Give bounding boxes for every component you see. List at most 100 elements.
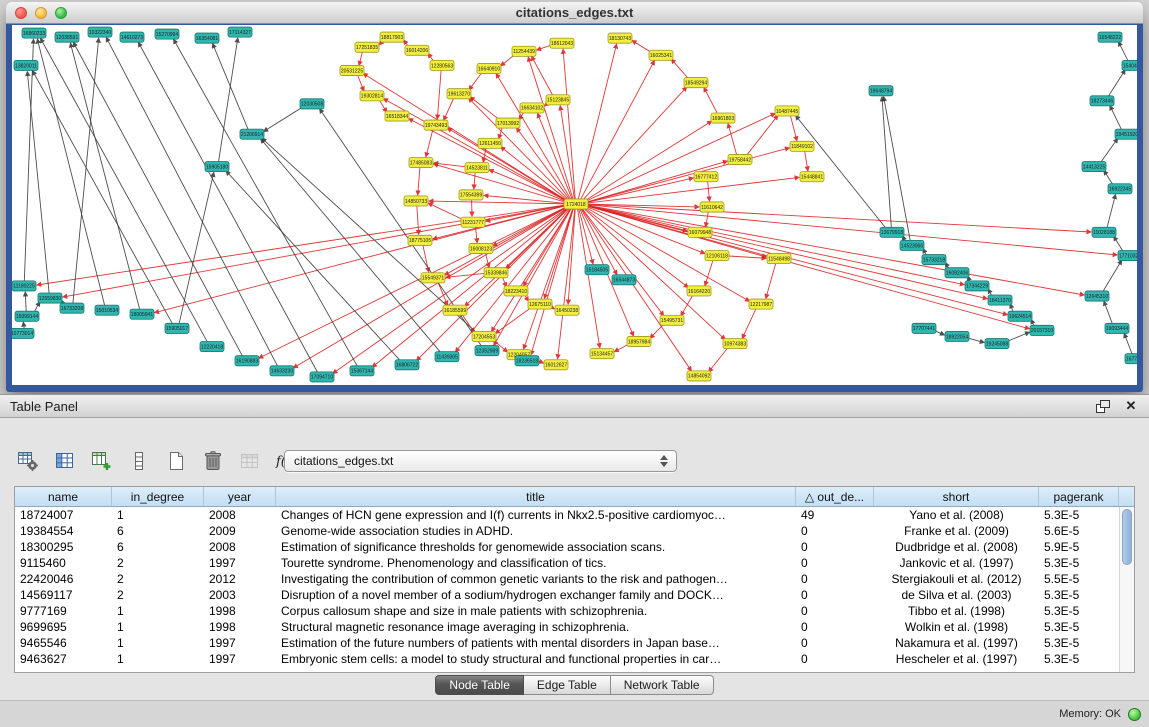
graph-edge[interactable] (580, 61, 655, 201)
graph-node[interactable]: 12559830 (38, 293, 62, 303)
graph-edge[interactable] (33, 71, 174, 325)
zoom-window-button[interactable] (55, 7, 67, 19)
graph-edge[interactable] (470, 97, 501, 121)
graph-edge[interactable] (671, 59, 689, 80)
graph-node[interactable]: 19743493 (424, 120, 448, 130)
graph-edge[interactable] (218, 38, 237, 163)
graph-node[interactable]: 17013992 (496, 118, 520, 128)
graph-node[interactable]: 12220418 (200, 342, 224, 352)
graph-edge[interactable] (584, 178, 694, 203)
graph-node[interactable]: 12217987 (749, 299, 773, 309)
table-row[interactable]: 977716911998Corpus callosum shape and si… (15, 603, 1134, 619)
graph-node[interactable]: 16961803 (711, 113, 735, 123)
graph-node[interactable]: 1724018 (564, 199, 588, 209)
graph-edge[interactable] (70, 43, 139, 310)
graph-node[interactable]: 11849102 (790, 141, 814, 151)
column-header-5[interactable]: short (874, 487, 1039, 506)
graph-node[interactable]: 21206914 (240, 129, 264, 139)
graph-node[interactable]: 14854092 (687, 371, 711, 381)
graph-node[interactable]: 19624514 (1008, 311, 1032, 321)
graph-edge[interactable] (681, 294, 694, 316)
graph-edge[interactable] (1107, 70, 1125, 98)
tab-node-table[interactable]: Node Table (435, 675, 524, 695)
graph-edge[interactable] (357, 74, 364, 91)
graph-node[interactable]: 16014206 (405, 45, 429, 55)
network-table-dropdown[interactable]: citations_edges.txt (284, 450, 677, 472)
graph-edge[interactable] (560, 106, 574, 200)
graph-node[interactable]: 15367144 (350, 366, 374, 376)
graph-edge[interactable] (532, 56, 554, 96)
column-header-4[interactable]: △ out_de... (796, 487, 874, 506)
graph-node[interactable]: 15339846 (484, 268, 508, 278)
graph-node[interactable]: 16082406 (945, 268, 969, 278)
graph-node[interactable]: 17485083 (409, 157, 433, 167)
vertical-scrollbar[interactable] (1119, 507, 1134, 672)
graph-node[interactable]: 12675110 (528, 299, 552, 309)
graph-node[interactable]: 16806722 (395, 360, 419, 370)
graph-edge[interactable] (528, 57, 573, 200)
graph-node[interactable]: 19245088 (985, 338, 1009, 348)
graph-node[interactable]: 11254439 (512, 46, 536, 56)
graph-edge[interactable] (434, 163, 469, 167)
graph-edge[interactable] (1100, 138, 1118, 163)
graph-node[interactable]: 15549371 (421, 273, 445, 283)
graph-node[interactable]: 12611450 (478, 138, 502, 148)
graph-node[interactable]: 16775502 (1125, 354, 1137, 364)
graph-node[interactable]: 16190883 (235, 356, 259, 366)
graph-edge[interactable] (264, 106, 305, 132)
graph-node[interactable]: 15134457 (590, 349, 614, 359)
graph-node[interactable]: 15495731 (660, 315, 684, 325)
graph-node[interactable]: 14850733 (404, 196, 428, 206)
graph-node[interactable]: 19302814 (360, 91, 384, 101)
graph-edge[interactable] (24, 39, 33, 282)
graph-edge[interactable] (437, 69, 441, 119)
graph-edge[interactable] (41, 38, 209, 343)
graph-node[interactable]: 20157310 (1030, 325, 1054, 335)
graph-node[interactable]: 15905017 (165, 323, 189, 333)
graph-node[interactable]: 15270994 (155, 29, 179, 39)
graph-edge[interactable] (882, 97, 891, 228)
tab-edge-table[interactable]: Edge Table (524, 675, 611, 695)
graph-node[interactable]: 11028188 (1092, 227, 1116, 237)
graph-node[interactable]: 11610642 (700, 202, 724, 212)
graph-edge[interactable] (1119, 42, 1129, 63)
graph-node[interactable]: 18817903 (380, 32, 404, 42)
graph-node[interactable]: 14523811 (465, 163, 489, 173)
graph-node[interactable]: 16164220 (687, 286, 711, 296)
graph-node[interactable]: 11231777 (461, 217, 485, 227)
graph-node[interactable]: 16777412 (694, 172, 718, 182)
graph-node[interactable]: 16548222 (1098, 32, 1122, 42)
graph-node[interactable]: 18775105 (408, 235, 432, 245)
graph-node[interactable]: 15010534 (95, 305, 119, 315)
graph-node[interactable]: 15733218 (922, 255, 946, 265)
graph-edge[interactable] (583, 121, 712, 202)
graph-node[interactable]: 16079948 (688, 227, 712, 237)
graph-edge[interactable] (417, 205, 419, 234)
graph-edge[interactable] (418, 167, 420, 195)
table-row[interactable]: 946362711997Embryonic stem cells: a mode… (15, 651, 1134, 667)
graph-node[interactable]: 17707441 (912, 323, 936, 333)
graph-edge[interactable] (259, 206, 569, 358)
graph-node[interactable]: 17114327 (228, 27, 252, 37)
graph-node[interactable]: 10773014 (12, 328, 34, 338)
new-file-icon[interactable] (162, 447, 190, 475)
graph-edge[interactable] (706, 211, 709, 227)
graph-node[interactable]: 15448841 (800, 172, 824, 182)
graph-node[interactable]: 18922054 (945, 331, 969, 341)
column-header-0[interactable]: name (15, 487, 112, 506)
graph-node[interactable]: 11548498 (767, 254, 791, 264)
graph-node[interactable]: 17094710 (310, 372, 334, 382)
row-height-icon[interactable] (125, 447, 153, 475)
graph-node[interactable]: 16518344 (385, 111, 409, 121)
graph-node[interactable]: 18273446 (1090, 96, 1114, 106)
graph-edge[interactable] (174, 39, 358, 367)
graph-node[interactable]: 16354081 (195, 33, 219, 43)
graph-edge[interactable] (1124, 333, 1132, 355)
graph-node[interactable]: 10974383 (723, 338, 747, 348)
graph-node[interactable]: 19758442 (728, 154, 752, 164)
graph-edge[interactable] (709, 346, 729, 372)
graph-edge[interactable] (584, 205, 988, 299)
graph-edge[interactable] (1104, 301, 1113, 325)
graph-node[interactable]: 19093444 (1105, 323, 1129, 333)
table-row[interactable]: 1872400712008Changes of HCN gene express… (15, 507, 1134, 523)
